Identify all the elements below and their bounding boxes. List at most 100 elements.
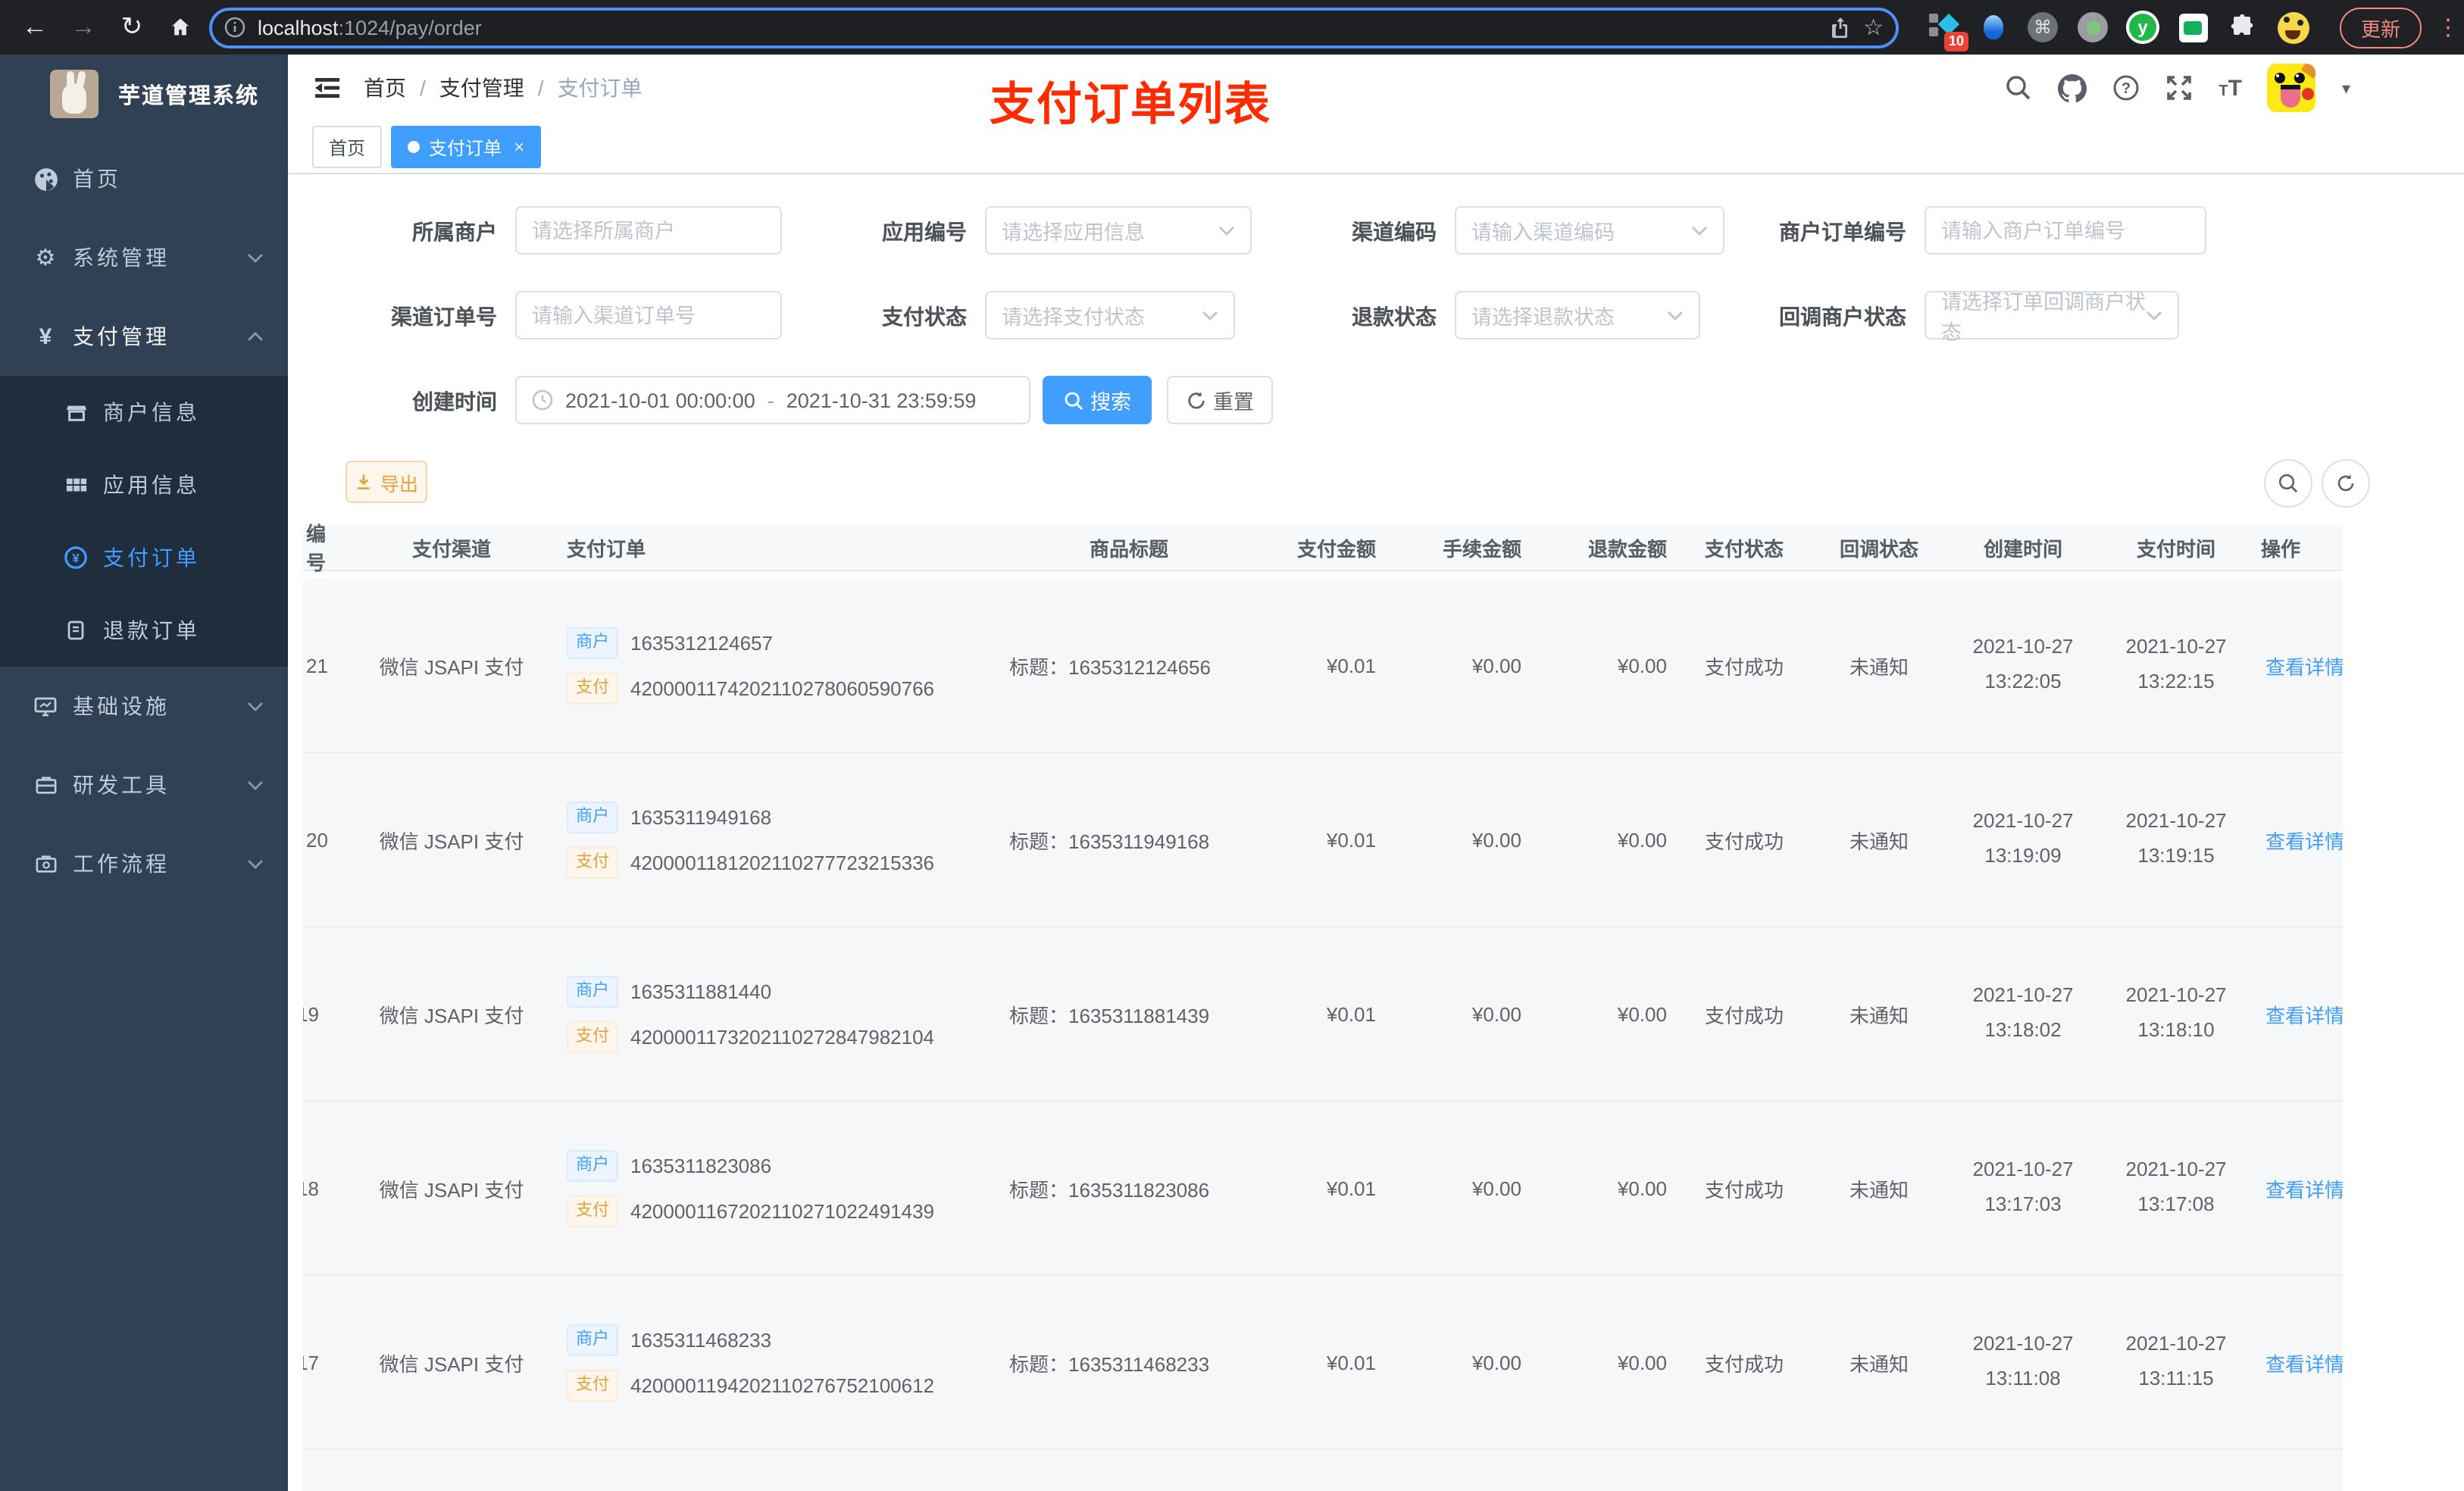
reset-button[interactable]: 重置 (1167, 376, 1273, 424)
refund-amount: ¥0.00 (1617, 1002, 1667, 1025)
gear-icon: ⚙ (35, 245, 56, 271)
pay-order-numbers: 商户 1635311468233 支付 42000011942021102767… (558, 1324, 1000, 1401)
tab-pay-order[interactable]: 支付订单 × (391, 126, 542, 168)
sidebar-item-workflow[interactable]: 工作流程 (0, 824, 288, 903)
date-start[interactable]: 2021-10-01 00:00:00 (565, 389, 755, 411)
filter-label-pay-status: 支付状态 (882, 305, 967, 329)
view-detail-link[interactable]: 查看详情 (2261, 825, 2343, 854)
view-detail-link[interactable]: 查看详情 (2261, 1174, 2343, 1202)
grid-icon (61, 474, 91, 496)
channel-tag: 支付 (567, 846, 618, 878)
extension-balloon-icon[interactable] (1976, 11, 2009, 44)
search-button[interactable]: 搜索 (1043, 376, 1152, 424)
sidebar-item-system[interactable]: ⚙ 系统管理 (0, 218, 288, 297)
url-path: :1024/pay/order (338, 16, 482, 39)
avatar-caret-icon[interactable]: ▾ (2342, 78, 2446, 98)
view-detail-link[interactable]: 查看详情 (2261, 651, 2343, 680)
tab-home[interactable]: 首页 (312, 126, 383, 168)
address-bar[interactable]: localhost :1024/pay/order ☆ (209, 7, 1899, 48)
close-tab-icon[interactable]: × (514, 136, 524, 158)
pay-channel: 微信 JSAPI 支付 (379, 1004, 524, 1027)
filter-label-merchant: 所属商户 (412, 220, 497, 244)
sidebar-item-refund-order[interactable]: 退款订单 (0, 594, 288, 667)
order-id: 17 (303, 1351, 319, 1374)
fee-amount: ¥0.00 (1471, 1177, 1521, 1199)
sidebar-item-dev-tools[interactable]: 研发工具 (0, 746, 288, 824)
topbar-icons: ? TT ▾ (2005, 64, 2464, 112)
date-range-picker[interactable]: 2021-10-01 00:00:00 - 2021-10-31 23:59:5… (515, 376, 1030, 424)
search-icon[interactable] (2005, 74, 2032, 102)
browser-forward-icon[interactable]: → (64, 8, 103, 47)
yen-icon: ¥ (39, 324, 52, 349)
extension-strip: 10 ⌘ y (1926, 11, 2309, 52)
page-content: 所属商户 应用编号 请选择应用信息 渠道编码 请输入渠道编码 商户订单编号 渠道… (288, 174, 2464, 1491)
app-select[interactable]: 请选择应用信息 (985, 206, 1252, 255)
filter-label-merchant-order-no: 商户订单编号 (1779, 220, 1906, 244)
sidebar-item-home[interactable]: 首页 (0, 139, 288, 218)
fullscreen-icon[interactable] (2165, 74, 2193, 102)
merchant-tag: 商户 (567, 1149, 618, 1181)
breadcrumb-payment[interactable]: 支付管理 (439, 73, 524, 103)
extension-yudao-icon[interactable]: y (2126, 11, 2159, 44)
pay-time: 2021-10-27 13:18:10 (2125, 983, 2227, 1042)
sidebar-item-app-info[interactable]: 应用信息 (0, 449, 288, 521)
browser-menu-icon[interactable]: ⋮ (2437, 14, 2459, 41)
channel-code-select[interactable]: 请输入渠道编码 (1455, 206, 1724, 255)
extension-recorder-icon[interactable] (2076, 11, 2109, 44)
create-time: 2021-10-27 13:18:02 (1972, 983, 2074, 1042)
pay-status-select[interactable]: 请选择支付状态 (985, 291, 1235, 339)
sidebar-item-merchant-info[interactable]: 商户信息 (0, 376, 288, 449)
breadcrumb-home[interactable]: 首页 (364, 73, 406, 103)
merchant-order-no-input[interactable] (1925, 206, 2206, 255)
export-button[interactable]: 导出 (346, 461, 427, 503)
chevron-down-icon (247, 252, 264, 263)
merchant-tag: 商户 (567, 1324, 618, 1355)
bookmark-star-icon[interactable]: ☆ (1863, 14, 1884, 41)
sidebar-item-pay-order[interactable]: ¥ 支付订单 (0, 521, 288, 594)
toggle-search-button[interactable] (2264, 459, 2312, 508)
notify-status-select[interactable]: 请选择订单回调商户状态 (1925, 291, 2179, 344)
filter-label-app: 应用编号 (882, 220, 967, 244)
view-detail-link[interactable]: 查看详情 (2261, 999, 2343, 1028)
pay-time: 2021-10-27 13:19:15 (2125, 809, 2227, 867)
channel-order-no-input[interactable] (515, 291, 782, 339)
extension-diamond-icon[interactable]: 10 (1926, 11, 1968, 52)
share-icon[interactable] (1828, 15, 1851, 39)
browser-update-button[interactable]: 更新 (2340, 7, 2422, 48)
app-logo[interactable]: 芋道管理系统 (0, 55, 288, 133)
user-avatar[interactable] (2267, 64, 2316, 112)
date-end[interactable]: 2021-10-31 23:59:59 (786, 389, 977, 411)
filter-label-notify-status: 回调商户状态 (1779, 305, 1906, 329)
extension-command-icon[interactable]: ⌘ (2026, 11, 2059, 44)
merchant-tag: 商户 (567, 975, 618, 1007)
product-title: 标题：1635311949168 (1009, 830, 1210, 852)
collapse-sidebar-icon[interactable] (312, 73, 342, 103)
sidebar-item-payment[interactable]: ¥ 支付管理 (0, 297, 288, 376)
refresh-table-button[interactable] (2322, 459, 2370, 508)
browser-back-icon[interactable]: ← (15, 8, 55, 47)
merchant-tag: 商户 (567, 627, 618, 658)
merchant-input[interactable] (515, 206, 782, 255)
sidebar-item-infra[interactable]: 基础设施 (0, 667, 288, 746)
font-size-icon[interactable]: TT (2219, 75, 2242, 101)
filter-label-channel-order-no: 渠道订单号 (391, 305, 497, 329)
browser-chrome: ← → ↻ localhost :1024/pay/order ☆ 10 ⌘ y (0, 0, 2464, 55)
pay-amount: ¥0.01 (1326, 1002, 1376, 1025)
github-icon[interactable] (2058, 73, 2087, 102)
extensions-puzzle-icon[interactable] (2226, 11, 2259, 44)
help-icon[interactable]: ? (2112, 74, 2140, 102)
view-detail-label: 查看详情 (2265, 1004, 2343, 1027)
refund-status-select[interactable]: 请选择退款状态 (1455, 291, 1700, 339)
browser-reload-icon[interactable]: ↻ (112, 8, 152, 47)
pay-channel: 微信 JSAPI 支付 (379, 1352, 524, 1375)
product-title: 标题：1635311823086 (1009, 1178, 1210, 1201)
table-row: 19 微信 JSAPI 支付 商户 1635311881440 支付 42000… (303, 927, 2343, 1102)
profile-face-icon[interactable] (2276, 11, 2309, 44)
browser-home-icon[interactable] (161, 8, 200, 47)
filter-label-create-time: 创建时间 (412, 389, 497, 414)
site-info-icon[interactable] (224, 17, 245, 38)
extension-chat-icon[interactable] (2176, 11, 2209, 44)
refund-amount: ¥0.00 (1617, 1177, 1667, 1199)
sidebar: 芋道管理系统 首页 ⚙ 系统管理 ¥ 支付管理 商户信息 应用信息 ¥ 支付订单… (0, 55, 288, 1491)
view-detail-link[interactable]: 查看详情 (2261, 1348, 2343, 1377)
